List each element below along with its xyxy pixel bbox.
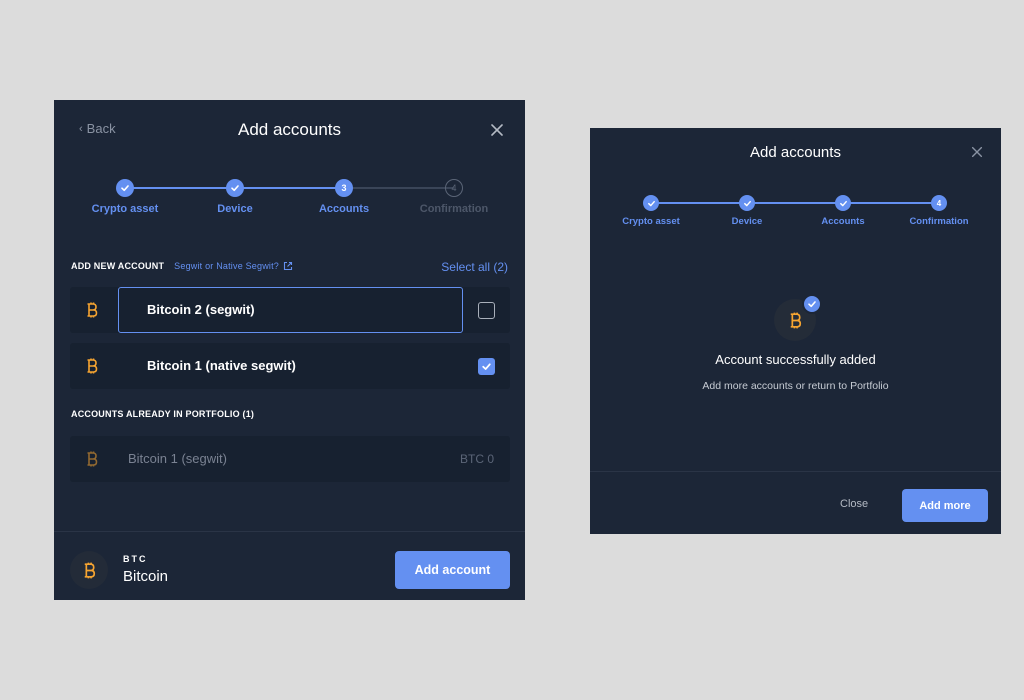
check-icon bbox=[835, 195, 851, 211]
account-row[interactable]: Bitcoin 2 (segwit) bbox=[70, 287, 510, 333]
account-row[interactable]: Bitcoin 1 (native segwit) bbox=[70, 343, 510, 389]
step-accounts: Accounts bbox=[798, 195, 888, 227]
check-icon bbox=[226, 179, 244, 197]
step-crypto-asset: Crypto asset bbox=[80, 179, 170, 215]
add-accounts-dialog-step3: ‹ Back Add accounts Crypto asset Device … bbox=[54, 100, 525, 600]
add-accounts-dialog-confirmation: Add accounts Crypto asset Device Account… bbox=[590, 128, 1001, 534]
account-checkbox-checked[interactable] bbox=[478, 358, 495, 375]
bitcoin-icon bbox=[87, 358, 98, 374]
stepper: Crypto asset Device 3 Accounts 4 Confirm… bbox=[54, 179, 525, 229]
check-icon bbox=[116, 179, 134, 197]
footer-divider bbox=[590, 471, 1001, 472]
check-icon bbox=[802, 294, 822, 314]
check-icon bbox=[739, 195, 755, 211]
step-device: Device bbox=[702, 195, 792, 227]
add-new-account-header: ADD NEW ACCOUNT Segwit or Native Segwit? bbox=[71, 261, 293, 271]
footer-divider bbox=[54, 531, 525, 532]
step-number: 4 bbox=[445, 179, 463, 197]
step-number: 4 bbox=[931, 195, 947, 211]
existing-accounts-header: ACCOUNTS ALREADY IN PORTFOLIO (1) bbox=[71, 409, 254, 419]
add-more-button[interactable]: Add more bbox=[902, 489, 988, 522]
close-icon[interactable] bbox=[489, 122, 505, 138]
step-label: Accounts bbox=[821, 216, 865, 227]
account-name: Bitcoin 1 (segwit) bbox=[128, 451, 227, 466]
account-name[interactable]: Bitcoin 2 (segwit) bbox=[147, 302, 255, 317]
step-label: Device bbox=[731, 216, 763, 227]
section-title: ACCOUNTS ALREADY IN PORTFOLIO (1) bbox=[71, 409, 255, 419]
step-label: Crypto asset bbox=[622, 216, 680, 227]
external-link-icon bbox=[283, 261, 293, 271]
bitcoin-icon bbox=[87, 451, 98, 467]
check-icon bbox=[482, 363, 491, 370]
bitcoin-icon bbox=[84, 562, 95, 578]
add-account-button[interactable]: Add account bbox=[395, 551, 510, 589]
step-confirmation: 4 Confirmation bbox=[409, 179, 499, 215]
close-button[interactable]: Close bbox=[840, 498, 868, 510]
account-checkbox[interactable] bbox=[478, 302, 495, 319]
step-device: Device bbox=[190, 179, 280, 215]
bitcoin-icon bbox=[87, 302, 98, 318]
asset-avatar bbox=[70, 551, 108, 589]
asset-name: Bitcoin bbox=[123, 568, 169, 585]
existing-account-row: Bitcoin 1 (segwit) BTC 0 bbox=[70, 436, 510, 482]
success-title: Account successfully added bbox=[715, 352, 876, 367]
asset-ticker: BTC bbox=[123, 554, 148, 564]
bitcoin-icon bbox=[790, 312, 801, 328]
segwit-link[interactable]: Segwit or Native Segwit? bbox=[174, 261, 293, 271]
step-label: Confirmation bbox=[419, 203, 489, 215]
check-icon bbox=[643, 195, 659, 211]
step-label: Crypto asset bbox=[91, 203, 159, 215]
stepper: Crypto asset Device Accounts 4 Confirmat… bbox=[590, 195, 1001, 235]
close-icon[interactable] bbox=[970, 145, 984, 159]
select-all-link[interactable]: Select all (2) bbox=[441, 260, 508, 274]
step-label: Device bbox=[217, 203, 253, 215]
step-accounts: 3 Accounts bbox=[299, 179, 389, 215]
step-number: 3 bbox=[335, 179, 353, 197]
step-confirmation: 4 Confirmation bbox=[894, 195, 984, 227]
dialog-title: Add accounts bbox=[237, 120, 341, 139]
step-label: Confirmation bbox=[909, 216, 969, 227]
account-name[interactable]: Bitcoin 1 (native segwit) bbox=[147, 358, 296, 373]
segwit-link-label: Segwit or Native Segwit? bbox=[174, 261, 280, 271]
dialog-title: Add accounts bbox=[750, 144, 841, 161]
account-balance: BTC 0 bbox=[459, 452, 494, 466]
step-crypto-asset: Crypto asset bbox=[606, 195, 696, 227]
step-label: Accounts bbox=[318, 203, 370, 215]
section-title: ADD NEW ACCOUNT bbox=[71, 261, 165, 271]
success-subtitle: Add more accounts or return to Portfolio bbox=[702, 380, 889, 392]
